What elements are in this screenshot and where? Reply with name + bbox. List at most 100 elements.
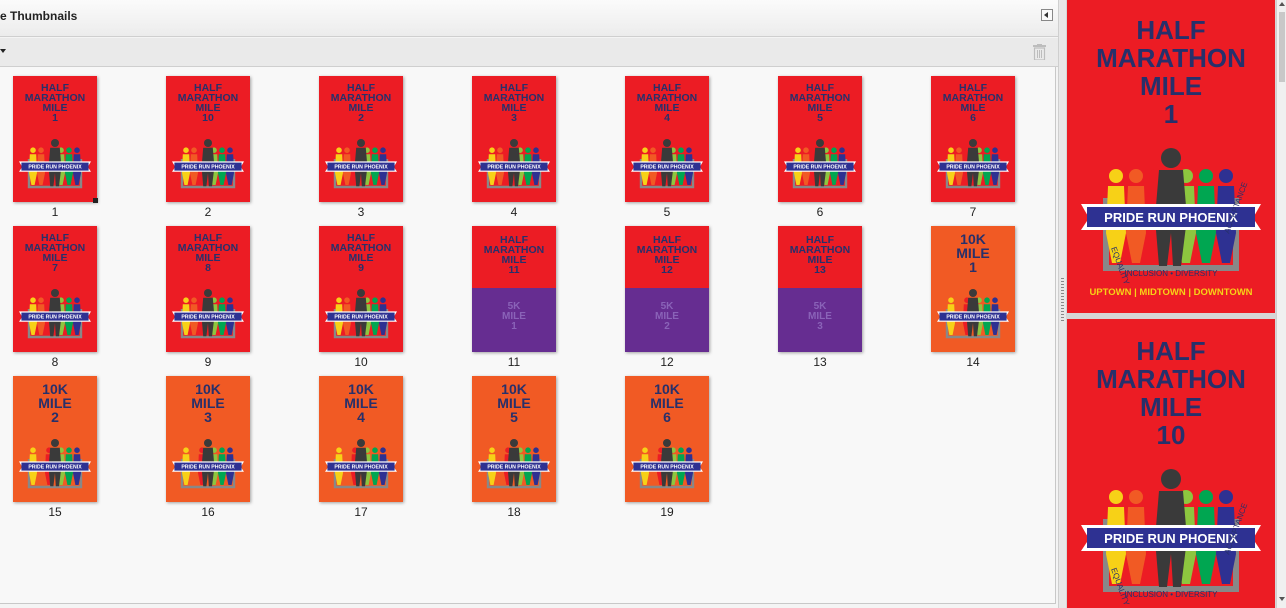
thumbnail-page-number: 17 bbox=[354, 505, 368, 519]
collapse-left-icon[interactable] bbox=[1041, 9, 1053, 21]
thumbnail-title: HALF MARATHON MILE 6 bbox=[942, 82, 1004, 124]
thumbnail-page-number: 16 bbox=[201, 505, 215, 519]
logo-ring-bottom: INCLUSION • DIVERSITY bbox=[1124, 269, 1218, 278]
preview-page-1: HALF MARATHON MILE 1 PRIDE RUN PHOENIX EQ… bbox=[1067, 0, 1275, 313]
logo-banner-text: PRIDE RUN PHOENIX bbox=[487, 465, 541, 471]
page-thumbnail[interactable]: 10K MILE 4 PRIDE RUN PHOENIX bbox=[319, 376, 403, 502]
thumbnail-page-number: 5 bbox=[663, 205, 671, 219]
logo-banner-text: PRIDE RUN PHOENIX bbox=[28, 315, 82, 321]
logo-banner-text: PRIDE RUN PHOENIX bbox=[640, 165, 694, 171]
pride-run-logo: PRIDE RUN PHOENIX bbox=[937, 289, 1009, 339]
thumbnail-page-number: 2 bbox=[204, 205, 212, 219]
thumbnail-page-number: 6 bbox=[816, 205, 824, 219]
thumbnail-title: HALF MARATHON MILE 13 bbox=[789, 234, 851, 276]
thumbnail-title: HALF MARATHON MILE 3 bbox=[483, 82, 545, 124]
page-thumbnail[interactable]: 10K MILE 1 PRIDE RUN PHOENIX bbox=[931, 226, 1015, 352]
page-thumbnail[interactable]: 10K MILE 5 PRIDE RUN PHOENIX bbox=[472, 376, 556, 502]
trash-icon[interactable] bbox=[1033, 44, 1046, 60]
thumbnail-title: 10K MILE 3 bbox=[191, 381, 225, 425]
page-thumbnail[interactable]: HALF MARATHON MILE 2 PRIDE RUN PHOENIX bbox=[319, 76, 403, 202]
page-thumbnail[interactable]: HALF MARATHON MILE 11 5K MILE 1 bbox=[472, 226, 556, 352]
thumbnail-title: HALF MARATHON MILE 1 bbox=[24, 82, 86, 124]
thumbnail-page-number: 19 bbox=[660, 505, 674, 519]
thumbnail-page-number: 14 bbox=[966, 355, 980, 369]
page-preview: HALF MARATHON MILE 1 PRIDE RUN PHOENIX EQ… bbox=[1066, 0, 1286, 608]
panel-title: e Thumbnails bbox=[0, 9, 78, 23]
thumbnail-title: 10K MILE 6 bbox=[650, 381, 684, 425]
preview-page-title: HALF MARATHON MILE 10 bbox=[1096, 336, 1246, 450]
thumbnail-grid: HALF MARATHON MILE 1 PRIDE RUN PHOENIX 1 HA… bbox=[0, 67, 1056, 604]
logo-banner-text: PRIDE RUN PHOENIX bbox=[793, 165, 847, 171]
page-thumbnail[interactable]: HALF MARATHON MILE 4 PRIDE RUN PHOENIX bbox=[625, 76, 709, 202]
pride-run-logo: PRIDE RUN PHOENIX bbox=[325, 439, 397, 489]
pride-run-logo: PRIDE RUN PHOENIX bbox=[172, 289, 244, 339]
page-thumbnail[interactable]: HALF MARATHON MILE 12 5K MILE 2 bbox=[625, 226, 709, 352]
thumbnail-title: HALF MARATHON MILE 11 bbox=[483, 234, 545, 276]
scroll-up-arrow-icon[interactable] bbox=[1279, 2, 1285, 6]
thumbnail-page-number: 15 bbox=[48, 505, 62, 519]
pride-run-logo: PRIDE RUN PHOENIX bbox=[325, 139, 397, 189]
thumbnail-subtitle: 5K MILE 2 bbox=[655, 301, 679, 332]
preview-page-2: HALF MARATHON MILE 10 PRIDE RUN PHOENIX E… bbox=[1067, 319, 1275, 608]
page-thumbnail[interactable]: 10K MILE 2 PRIDE RUN PHOENIX bbox=[13, 376, 97, 502]
logo-banner-text: PRIDE RUN PHOENIX bbox=[487, 165, 541, 171]
thumbnail-title: HALF MARATHON MILE 5 bbox=[789, 82, 851, 124]
scroll-down-arrow-icon[interactable] bbox=[1279, 597, 1285, 601]
thumbnail-subtitle: 5K MILE 3 bbox=[808, 301, 832, 332]
logo-banner-text: PRIDE RUN PHOENIX bbox=[28, 165, 82, 171]
dropdown-arrow-icon[interactable] bbox=[0, 49, 6, 53]
thumbnail-subtitle: 5K MILE 1 bbox=[502, 301, 526, 332]
page-thumbnail[interactable]: HALF MARATHON MILE 7 PRIDE RUN PHOENIX bbox=[13, 226, 97, 352]
thumbnail-title: 10K MILE 1 bbox=[956, 231, 990, 275]
thumbnail-page-number: 18 bbox=[507, 505, 521, 519]
logo-banner-text: PRIDE RUN PHOENIX bbox=[640, 465, 694, 471]
thumbnail-title: HALF MARATHON MILE 4 bbox=[636, 82, 698, 124]
thumbnail-page-number: 7 bbox=[969, 205, 977, 219]
page-thumbnail[interactable]: HALF MARATHON MILE 8 PRIDE RUN PHOENIX bbox=[166, 226, 250, 352]
page-thumbnail[interactable]: HALF MARATHON MILE 3 PRIDE RUN PHOENIX bbox=[472, 76, 556, 202]
thumbnail-title: 10K MILE 4 bbox=[344, 381, 378, 425]
thumbnail-page-number: 9 bbox=[204, 355, 212, 369]
pride-run-logo: PRIDE RUN PHOENIX bbox=[325, 289, 397, 339]
pride-run-logo: PRIDE RUN PHOENIX bbox=[937, 139, 1009, 189]
thumbnail-title: HALF MARATHON MILE 10 bbox=[177, 82, 239, 124]
page-thumbnail[interactable]: HALF MARATHON MILE 5 PRIDE RUN PHOENIX bbox=[778, 76, 862, 202]
preview-page-footer: UPTOWN | MIDTOWN | DOWNTOWN bbox=[1089, 287, 1253, 298]
thumbnail-title: HALF MARATHON MILE 8 bbox=[177, 232, 239, 274]
scrollbar-thumb[interactable] bbox=[1279, 12, 1285, 82]
logo-banner-text: PRIDE RUN PHOENIX bbox=[334, 165, 388, 171]
splitter-grip-icon[interactable] bbox=[1061, 278, 1064, 322]
pride-run-logo: PRIDE RUN PHOENIX bbox=[631, 439, 703, 489]
logo-banner-text: PRIDE RUN PHOENIX bbox=[946, 165, 1000, 171]
panel-toolbar bbox=[0, 38, 1058, 67]
thumbnail-title: HALF MARATHON MILE 2 bbox=[330, 82, 392, 124]
panel-header: e Thumbnails bbox=[0, 0, 1058, 37]
page-thumbnail[interactable]: HALF MARATHON MILE 13 5K MILE 3 bbox=[778, 226, 862, 352]
page-thumbnail[interactable]: HALF MARATHON MILE 6 PRIDE RUN PHOENIX bbox=[931, 76, 1015, 202]
pride-run-logo: PRIDE RUN PHOENIX bbox=[478, 439, 550, 489]
page-thumbnail[interactable]: HALF MARATHON MILE 1 PRIDE RUN PHOENIX bbox=[13, 76, 97, 202]
page-thumbnail[interactable]: 10K MILE 3 PRIDE RUN PHOENIX bbox=[166, 376, 250, 502]
pride-run-logo: PRIDE RUN PHOENIX bbox=[631, 139, 703, 189]
thumbnail-title: 10K MILE 5 bbox=[497, 381, 531, 425]
thumbnail-page-number: 12 bbox=[660, 355, 674, 369]
thumbnail-page-number: 13 bbox=[813, 355, 827, 369]
logo-banner-text: PRIDE RUN PHOENIX bbox=[334, 465, 388, 471]
pride-run-logo: PRIDE RUN PHOENIXEQUALITYACCEPTANCEINCLU… bbox=[1081, 148, 1261, 286]
thumbnail-title: HALF MARATHON MILE 9 bbox=[330, 232, 392, 274]
pride-run-logo: PRIDE RUN PHOENIX bbox=[172, 439, 244, 489]
thumbnail-page-number: 10 bbox=[354, 355, 368, 369]
logo-banner-text: PRIDE RUN PHOENIX bbox=[334, 315, 388, 321]
pride-run-logo: PRIDE RUN PHOENIX bbox=[172, 139, 244, 189]
page-thumbnail[interactable]: HALF MARATHON MILE 10 PRIDE RUN PHOENIX bbox=[166, 76, 250, 202]
preview-page-title: HALF MARATHON MILE 1 bbox=[1096, 15, 1246, 129]
thumbnail-page-number: 8 bbox=[51, 355, 59, 369]
page-thumbnail[interactable]: 10K MILE 6 PRIDE RUN PHOENIX bbox=[625, 376, 709, 502]
page-thumbnails-panel: e Thumbnails HALF MARATHON MILE 1 PRIDE R… bbox=[0, 0, 1058, 608]
logo-banner-text: PRIDE RUN PHOENIX bbox=[946, 315, 1000, 321]
thumbnail-page-number: 3 bbox=[357, 205, 365, 219]
selection-resize-handle[interactable] bbox=[93, 198, 98, 203]
preview-scrollbar[interactable] bbox=[1276, 0, 1286, 608]
thumbnail-page-number: 4 bbox=[510, 205, 518, 219]
page-thumbnail[interactable]: HALF MARATHON MILE 9 PRIDE RUN PHOENIX bbox=[319, 226, 403, 352]
